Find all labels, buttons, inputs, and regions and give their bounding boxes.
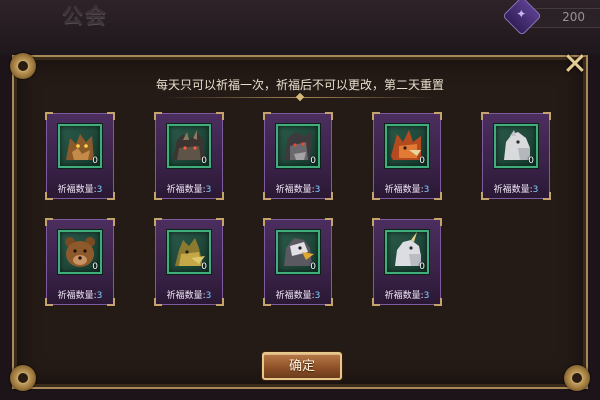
item-count: 0 — [310, 262, 316, 272]
blessing-quantity-label: 祈福数量:3 — [493, 185, 539, 195]
currency-value: 200 — [562, 10, 585, 24]
creature-slot: 0 — [385, 124, 429, 168]
confirm-button[interactable]: 确定 — [262, 352, 342, 380]
blessing-card-dragon[interactable]: 0 祈福数量:3 — [154, 112, 224, 200]
creature-slot: 0 — [167, 230, 211, 274]
blessing-quantity-label: 祈福数量:3 — [384, 185, 430, 195]
blessing-quantity-label: 祈福数量:3 — [57, 291, 103, 301]
top-bar: 公会 200 ✦ — [0, 0, 600, 55]
creature-slot: 0 — [276, 230, 320, 274]
item-count: 0 — [419, 156, 425, 166]
divider-gem-icon — [295, 92, 305, 102]
blessing-quantity-label: 祈福数量:3 — [275, 291, 321, 301]
blessing-card-horse[interactable]: 0 祈福数量:3 — [481, 112, 551, 200]
creature-slot: 0 — [494, 124, 538, 168]
item-count: 0 — [201, 262, 207, 272]
blessing-panel: ✕ 每天只可以祈福一次，祈福后不可以更改，第二天重置 0 祈福数量:3 0 祈福… — [10, 50, 590, 391]
creature-slot: 0 — [276, 124, 320, 168]
blessing-quantity-label: 祈福数量:3 — [166, 185, 212, 195]
blessing-card-wolf[interactable]: 0 祈福数量:3 — [45, 112, 115, 200]
creature-slot: 0 — [58, 230, 102, 274]
blessing-card-griffin[interactable]: 0 祈福数量:3 — [263, 218, 333, 306]
blessing-quantity-label: 祈福数量:3 — [166, 291, 212, 301]
blessing-card-bear[interactable]: 0 祈福数量:3 — [45, 218, 115, 306]
corner-ornament-icon — [10, 365, 36, 391]
blessing-card-phoenix[interactable]: 0 祈福数量:3 — [372, 112, 442, 200]
blessing-notice: 每天只可以祈福一次，祈福后不可以更改，第二天重置 — [155, 78, 444, 92]
item-count: 0 — [419, 262, 425, 272]
corner-ornament-icon — [564, 365, 590, 391]
guild-token-icon: ✦ — [502, 0, 542, 36]
item-count: 0 — [92, 262, 98, 272]
item-count: 0 — [92, 156, 98, 166]
page-title: 公会 — [62, 4, 108, 28]
blessing-quantity-label: 祈福数量:3 — [275, 185, 321, 195]
blessing-quantity-label: 祈福数量:3 — [384, 291, 430, 301]
creature-slot: 0 — [167, 124, 211, 168]
blessing-card-wyvern[interactable]: 0 祈福数量:3 — [263, 112, 333, 200]
item-count: 0 — [201, 156, 207, 166]
blessing-card-unicorn[interactable]: 0 祈福数量:3 — [372, 218, 442, 306]
creature-slot: 0 — [385, 230, 429, 274]
creature-slot: 0 — [58, 124, 102, 168]
blessing-card-drake[interactable]: 0 祈福数量:3 — [154, 218, 224, 306]
item-count: 0 — [528, 156, 534, 166]
blessing-quantity-label: 祈福数量:3 — [57, 185, 103, 195]
item-count: 0 — [310, 156, 316, 166]
